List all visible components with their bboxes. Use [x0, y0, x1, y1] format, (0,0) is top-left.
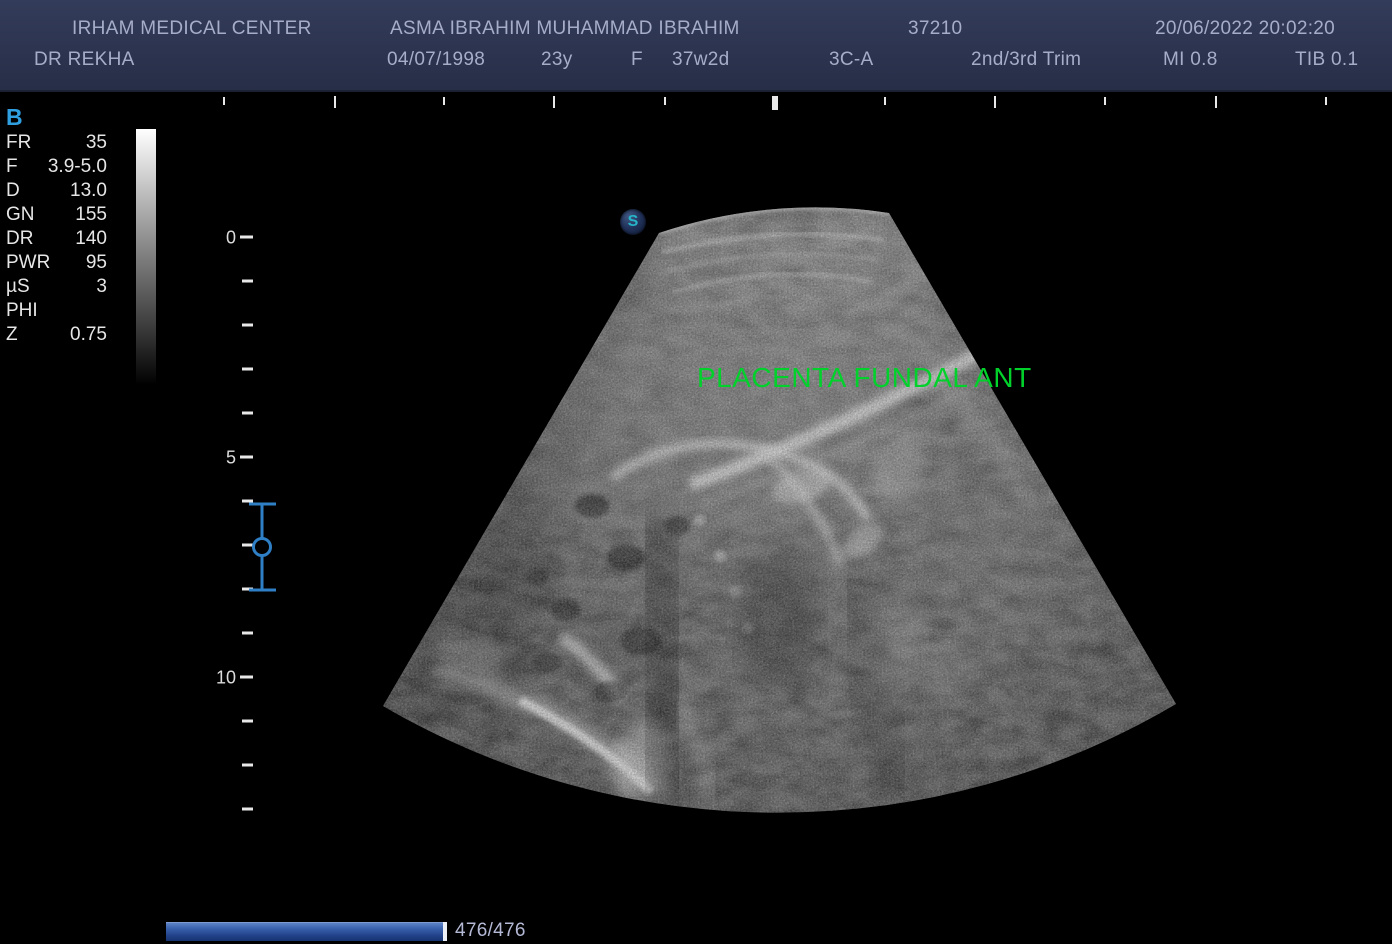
- param-row-us: µS 3: [6, 275, 107, 299]
- param-row-d: D 13.0: [6, 179, 107, 203]
- depth-label-10: 10: [215, 667, 236, 688]
- param-value: 140: [75, 228, 107, 249]
- param-value: 3.9-5.0: [47, 156, 107, 177]
- param-value: 155: [75, 204, 107, 225]
- param-row-phi: PHI: [6, 299, 107, 323]
- image-annotation-label: PLACENTA FUNDAL ANT: [697, 362, 1032, 393]
- lateral-ruler: [223, 96, 1327, 110]
- param-row-f: F 3.9-5.0: [6, 155, 107, 179]
- param-row-pwr: PWR 95: [6, 251, 107, 275]
- ultrasound-fan-image: [223, 96, 1327, 813]
- grayscale-map-bar: [136, 129, 156, 385]
- param-value: 0.75: [70, 324, 107, 345]
- param-label: PHI: [6, 300, 38, 321]
- probe-orientation-marker: S: [620, 209, 646, 235]
- param-value: 3: [96, 276, 107, 297]
- param-row-fr: FR 35: [6, 131, 107, 155]
- param-label: F: [6, 156, 18, 177]
- param-label: GN: [6, 204, 35, 225]
- param-row-gn: GN 155: [6, 203, 107, 227]
- param-label: µS: [6, 276, 30, 297]
- mode-indicator: B: [6, 104, 23, 130]
- fan-sector: [383, 207, 1176, 813]
- param-label: Z: [6, 324, 18, 345]
- param-row-z: Z 0.75: [6, 323, 107, 347]
- param-label: PWR: [6, 252, 51, 273]
- depth-label-5: 5: [225, 447, 236, 468]
- cine-progress-fill: [166, 922, 443, 941]
- param-row-dr: DR 140: [6, 227, 107, 251]
- ultrasound-screen: { "header": { "facility": "IRHAM MEDICAL…: [0, 0, 1392, 944]
- param-label: DR: [6, 228, 34, 249]
- param-value: 95: [85, 252, 107, 273]
- focus-marker: [249, 502, 276, 592]
- param-label: FR: [6, 132, 32, 153]
- cine-position-marker[interactable]: [443, 922, 447, 941]
- depth-label-0: 0: [225, 227, 236, 248]
- imaging-parameters: FR 35 F 3.9-5.0 D 13.0 GN 155 DR 140 PWR 95 µS…: [6, 131, 107, 347]
- param-value: 13.0: [70, 180, 107, 201]
- cine-progress-bar[interactable]: [166, 922, 447, 941]
- param-label: D: [6, 180, 20, 201]
- cine-frame-counter: 476/476: [455, 920, 526, 941]
- orientation-letter: S: [627, 213, 639, 230]
- param-value: 35: [85, 132, 107, 153]
- depth-ruler: [240, 235, 253, 811]
